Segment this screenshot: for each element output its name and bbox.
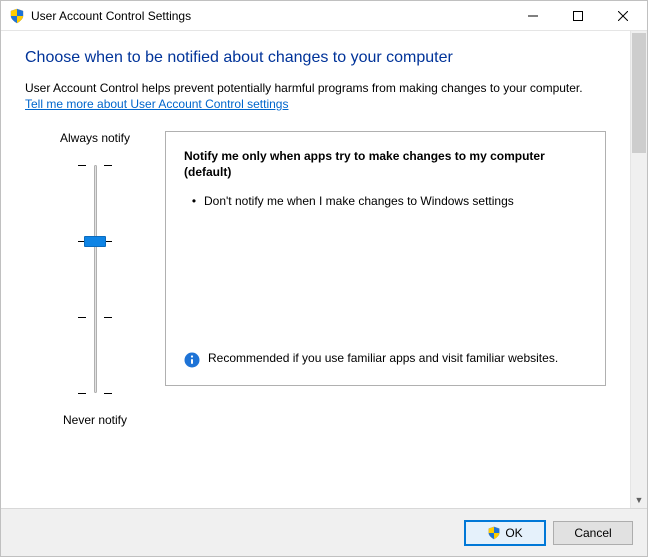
button-strip: OK Cancel [1, 508, 647, 556]
cancel-button-label: Cancel [574, 526, 611, 540]
settings-row: Always notify Never notify Notify me onl… [25, 131, 606, 427]
slider-groove [94, 165, 97, 393]
slider-tick [104, 393, 112, 394]
notification-level-slider[interactable] [75, 159, 115, 399]
shield-icon [487, 526, 501, 540]
help-link[interactable]: Tell me more about User Account Control … [25, 97, 288, 111]
level-title: Notify me only when apps try to make cha… [184, 148, 587, 180]
level-bullet-text: Don't notify me when I make changes to W… [204, 194, 514, 208]
vertical-scrollbar[interactable]: ▲ ▼ [630, 31, 647, 508]
shield-icon [9, 8, 25, 24]
level-recommendation-text: Recommended if you use familiar apps and… [208, 351, 558, 365]
slider-tick [78, 165, 86, 166]
close-button[interactable] [600, 1, 645, 30]
ok-button-label: OK [505, 526, 522, 540]
page-heading: Choose when to be notified about changes… [25, 49, 606, 67]
window-controls [510, 1, 645, 30]
slider-thumb[interactable] [84, 236, 106, 247]
ok-button[interactable]: OK [465, 521, 545, 545]
info-icon [184, 352, 200, 371]
slider-tick [104, 165, 112, 166]
slider-bottom-label: Never notify [63, 413, 127, 427]
level-description-panel: Notify me only when apps try to make cha… [165, 131, 606, 386]
scrollbar-thumb[interactable] [632, 33, 646, 153]
slider-tick [78, 393, 86, 394]
maximize-button[interactable] [555, 1, 600, 30]
page-description: User Account Control helps prevent poten… [25, 81, 606, 95]
titlebar: User Account Control Settings [1, 1, 647, 31]
bullet-icon: • [184, 194, 204, 208]
slider-tick [78, 317, 86, 318]
level-bullet: • Don't notify me when I make changes to… [184, 194, 587, 208]
cancel-button[interactable]: Cancel [553, 521, 633, 545]
minimize-button[interactable] [510, 1, 555, 30]
slider-column: Always notify Never notify [25, 131, 165, 427]
slider-top-label: Always notify [60, 131, 130, 145]
scroll-down-arrow-icon[interactable]: ▼ [631, 491, 647, 508]
level-recommendation: Recommended if you use familiar apps and… [184, 351, 587, 371]
content-area: Choose when to be notified about changes… [1, 31, 630, 508]
slider-tick [104, 317, 112, 318]
window-title: User Account Control Settings [31, 9, 510, 23]
